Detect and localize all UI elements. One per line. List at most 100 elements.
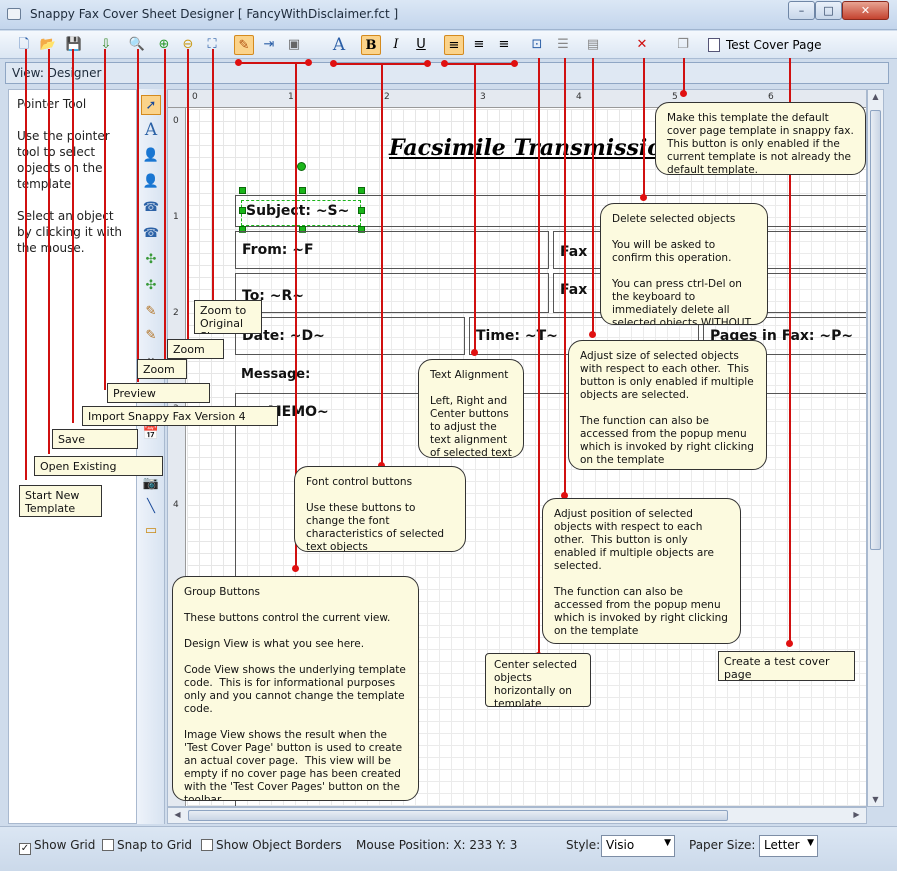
underline-icon[interactable]: U	[411, 35, 431, 55]
callout-preview-template: Preview Template	[107, 383, 210, 403]
phone-field-icon[interactable]: ☎	[141, 198, 161, 218]
pointer-tool-icon[interactable]: ➚	[141, 95, 161, 115]
address-field-icon[interactable]: ✣	[141, 276, 161, 296]
style-select[interactable]: Visio ▼	[601, 835, 675, 857]
callout-open-existing-template: Open Existing Template	[34, 456, 163, 476]
align-right-icon[interactable]: ≡	[494, 35, 514, 55]
close-button[interactable]: ✕	[842, 1, 889, 20]
ruler-v-2: 2	[173, 308, 179, 318]
resize-handle-w[interactable]	[239, 207, 246, 214]
show-borders-checkbox[interactable]: Show Object Borders	[201, 838, 342, 852]
callout-save-template: Save Template	[52, 429, 138, 449]
recipient-field-icon[interactable]: 👤	[141, 172, 161, 192]
ruler-h-4: 4	[576, 92, 582, 102]
style-value: Visio	[606, 838, 635, 852]
horizontal-scroll-thumb[interactable]	[188, 810, 728, 821]
main-toolbar: 🗋 📂 💾 ⇩ 🔍 ⊕ ⊖ ⛶ ✎ ⇥ ▣ A B I U ≡ ≡ ≡ ⊡ ☰ …	[0, 31, 897, 59]
make-default-icon[interactable]: ❐	[673, 35, 693, 55]
italic-icon[interactable]: I	[386, 35, 406, 55]
callout-text-alignment: Text Alignment Left, Right and Center bu…	[418, 359, 524, 458]
show-borders-check[interactable]	[201, 839, 213, 851]
callout-make-default: Make this template the default cover pag…	[655, 102, 866, 175]
company-field-icon[interactable]: ✣	[141, 250, 161, 270]
callout-zoom-original: Zoom to Original Size	[194, 300, 262, 334]
save-disk-icon[interactable]: 💾	[64, 35, 84, 55]
subject-field[interactable]: Subject: ~S~	[241, 200, 361, 226]
align-center-icon[interactable]: ≡	[469, 35, 489, 55]
center-objects-icon[interactable]: ⊡	[527, 35, 547, 55]
resize-handle-nw[interactable]	[239, 187, 246, 194]
status-bar: ✓ Show Grid Snap to Grid Show Object Bord…	[0, 826, 897, 871]
line-tool-icon[interactable]: ╲	[141, 497, 161, 517]
image-view-icon[interactable]: ▣	[284, 35, 304, 55]
style-dropdown-icon[interactable]: ▼	[664, 838, 671, 848]
ruler-h-3: 3	[480, 92, 486, 102]
resize-handle-n[interactable]	[299, 187, 306, 194]
ruler-v-4: 4	[173, 500, 179, 510]
ruler-h-1: 1	[288, 92, 294, 102]
scroll-up-icon[interactable]: ▲	[868, 92, 883, 101]
new-template-icon[interactable]: 🗋	[14, 35, 34, 55]
message-label[interactable]: Message:	[235, 359, 866, 389]
horizontal-scrollbar[interactable]: ◀ ▶	[167, 807, 867, 824]
title-bar: Snappy Fax Cover Sheet Designer [ FancyW…	[0, 0, 897, 30]
show-borders-label: Show Object Borders	[216, 838, 342, 852]
scroll-left-icon[interactable]: ◀	[170, 810, 185, 819]
rectangle-tool-icon[interactable]: ▭	[141, 521, 161, 541]
show-grid-check-icon[interactable]: ✓	[19, 843, 31, 855]
minimize-button[interactable]: –	[788, 1, 815, 20]
delete-icon[interactable]: ✕	[632, 35, 652, 55]
snap-to-grid-check[interactable]	[102, 839, 114, 851]
design-view-icon[interactable]: ✎	[234, 35, 254, 55]
paper-size-label: Paper Size:	[689, 838, 756, 852]
font-icon[interactable]: A	[329, 35, 349, 55]
ruler-v-0: 0	[173, 116, 179, 126]
ruler-h-2: 2	[384, 92, 390, 102]
callout-import-template: Import Snappy Fax Version 4 Template	[82, 406, 278, 426]
test-cover-page-button[interactable]: Test Cover Page	[708, 35, 821, 55]
vertical-scroll-thumb[interactable]	[870, 110, 881, 550]
window-title: Snappy Fax Cover Sheet Designer [ FancyW…	[30, 7, 399, 21]
rotate-handle[interactable]	[297, 162, 306, 171]
paper-dropdown-icon[interactable]: ▼	[807, 838, 814, 848]
import-icon[interactable]: ⇩	[96, 35, 116, 55]
mouse-position: Mouse Position: X: 233 Y: 3	[356, 838, 518, 852]
vertical-scrollbar[interactable]: ▲ ▼	[867, 89, 884, 807]
ruler-v-1: 1	[173, 212, 179, 222]
style-label: Style:	[566, 838, 601, 852]
fax-field-icon[interactable]: ☎	[141, 224, 161, 244]
ruler-h-6: 6	[768, 92, 774, 102]
test-cover-page-label: Test Cover Page	[726, 38, 822, 52]
callout-center-objects: Center selected objects horizontally on …	[485, 653, 591, 707]
callout-font-controls: Font control buttons Use these buttons t…	[294, 466, 466, 552]
callout-adjust-size: Adjust size of selected objects with res…	[568, 340, 767, 470]
paper-size-select[interactable]: Letter ▼	[759, 835, 818, 857]
from-field[interactable]: From: ~F	[235, 231, 549, 269]
adjust-size-icon[interactable]: ▤	[583, 35, 603, 55]
paper-size-value: Letter	[764, 838, 800, 852]
show-grid-label: Show Grid	[34, 838, 96, 852]
date-field-icon[interactable]: 📅	[141, 424, 161, 444]
template-heading[interactable]: Facsimile Transmissio	[389, 135, 662, 161]
text-tool-icon[interactable]: A	[141, 120, 161, 140]
test-page-icon	[708, 38, 720, 52]
callout-start-new-template: Start New Template	[19, 485, 102, 517]
adjust-position-icon[interactable]: ☰	[553, 35, 573, 55]
bold-icon[interactable]: B	[361, 35, 381, 55]
memo-field-icon[interactable]: ✎	[141, 302, 161, 322]
snap-to-grid-checkbox[interactable]: Snap to Grid	[102, 838, 192, 852]
ruler-h-0: 0	[192, 92, 198, 102]
maximize-button[interactable]: □	[815, 1, 842, 20]
image-tool-icon[interactable]: 📷	[141, 474, 161, 494]
show-grid-checkbox[interactable]: ✓ Show Grid	[19, 838, 95, 855]
date-field[interactable]: Date: ~D~	[235, 317, 465, 355]
sender-field-icon[interactable]: 👤	[141, 146, 161, 166]
resize-handle-e[interactable]	[358, 207, 365, 214]
code-view-icon[interactable]: ⇥	[259, 35, 279, 55]
scroll-down-icon[interactable]: ▼	[868, 795, 883, 804]
align-left-icon[interactable]: ≡	[444, 35, 464, 55]
to-field[interactable]: To: ~R~	[235, 273, 549, 313]
note-field-icon[interactable]: ✎	[141, 326, 161, 346]
resize-handle-ne[interactable]	[358, 187, 365, 194]
scroll-right-icon[interactable]: ▶	[849, 810, 864, 819]
